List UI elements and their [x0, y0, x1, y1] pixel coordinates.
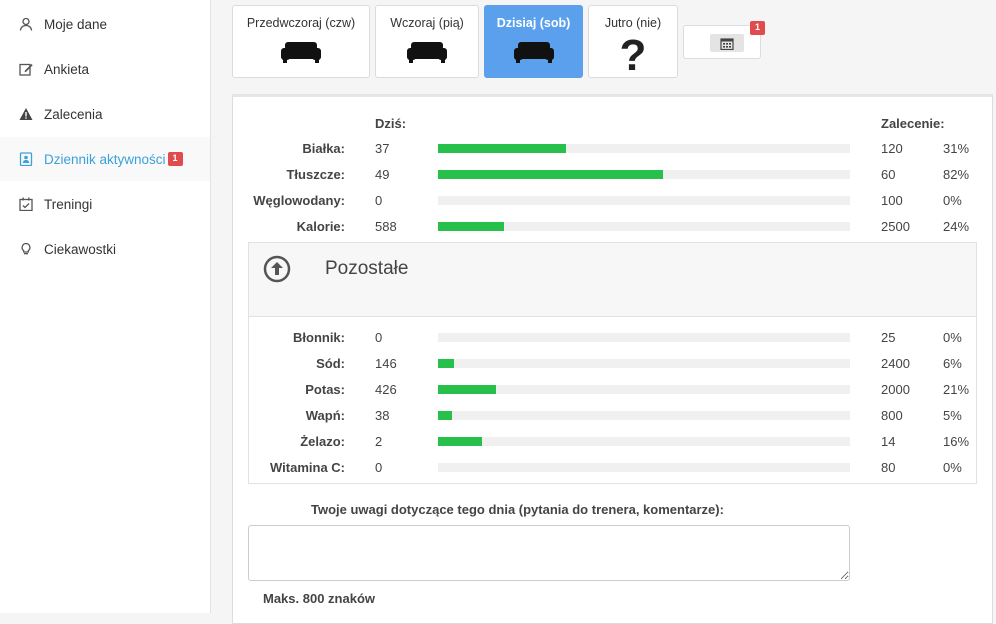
arrow-up-circle-icon[interactable] — [263, 255, 291, 283]
row-percent: 0% — [943, 460, 962, 475]
row-percent: 82% — [943, 167, 970, 182]
tab-wczoraj[interactable]: Wczoraj (pią) — [375, 5, 479, 78]
lightbulb-icon — [19, 242, 33, 256]
progress-bar-fill — [438, 411, 453, 420]
sidebar-item-label: Ankieta — [44, 61, 90, 77]
progress-bar — [438, 196, 850, 205]
progress-bar — [438, 437, 850, 446]
sidebar-item-label: Ciekawostki — [44, 241, 117, 257]
tab-dzisiaj[interactable]: Dzisiaj (sob) — [484, 5, 583, 78]
sidebar-item-zalecenia[interactable]: Zalecenia — [0, 92, 210, 136]
sidebar-item-ankieta[interactable]: Ankieta — [0, 47, 210, 91]
row-label: Witamina C: — [270, 460, 345, 475]
progress-bar-fill — [438, 359, 455, 368]
tab-label: Wczoraj (pią) — [390, 16, 464, 30]
row-label: Białka: — [302, 141, 345, 156]
row-percent: 6% — [943, 356, 962, 371]
calendar-icon — [720, 37, 734, 50]
notes-textarea[interactable] — [248, 525, 850, 581]
row-percent: 21% — [943, 382, 970, 397]
notes-label: Twoje uwagi dotyczące tego dnia (pytania… — [311, 502, 724, 517]
row-recommendation: 800 — [881, 408, 903, 423]
row-value: 588 — [375, 219, 397, 234]
row-percent: 16% — [943, 434, 970, 449]
tab-label: Jutro (nie) — [604, 16, 662, 30]
sidebar-item-label: Moje dane — [44, 16, 108, 32]
progress-bar-fill — [438, 385, 496, 394]
remaining-header[interactable] — [249, 243, 976, 317]
row-label: Żelazo: — [300, 434, 345, 449]
calendar-badge: 1 — [750, 21, 766, 35]
row-value: 2 — [375, 434, 383, 449]
tab-jutro[interactable]: Jutro (nie) ? — [588, 5, 678, 78]
max-chars-note: Maks. 800 znaków — [263, 591, 375, 606]
sofa-icon — [406, 40, 448, 67]
sidebar: Moje dane Ankieta Zalecenia Dziennik akt… — [0, 0, 211, 613]
tab-label: Przedwczoraj (czw) — [246, 16, 356, 30]
row-recommendation: 60 — [881, 167, 896, 182]
tab-label: Dzisiaj (sob) — [496, 16, 571, 30]
row-percent: 0% — [943, 330, 962, 345]
row-recommendation: 14 — [881, 434, 896, 449]
user-icon — [19, 17, 33, 31]
progress-bar-fill — [438, 170, 663, 179]
row-label: Błonnik: — [293, 330, 345, 345]
row-label: Węglowodany: — [253, 193, 345, 208]
row-label: Tłuszcze: — [286, 167, 345, 182]
header-recommendation: Zalecenie: — [881, 116, 945, 131]
warning-icon — [19, 107, 33, 121]
progress-bar — [438, 385, 850, 394]
row-label: Potas: — [305, 382, 345, 397]
progress-bar-fill — [438, 144, 566, 153]
row-percent: 31% — [943, 141, 970, 156]
sidebar-item-label: Zalecenia — [44, 106, 103, 122]
calendar-button[interactable] — [710, 34, 744, 52]
row-label: Wapń: — [305, 408, 345, 423]
row-percent: 5% — [943, 408, 962, 423]
progress-bar — [438, 411, 850, 420]
row-label: Kalorie: — [296, 219, 345, 234]
row-percent: 0% — [943, 193, 962, 208]
row-value: 146 — [375, 356, 397, 371]
progress-bar — [438, 222, 850, 231]
row-value: 49 — [375, 167, 390, 182]
tab-przedwczoraj[interactable]: Przedwczoraj (czw) — [232, 5, 370, 78]
row-value: 38 — [375, 408, 390, 423]
remaining-title: Pozostałe — [325, 258, 409, 279]
row-recommendation: 80 — [881, 460, 896, 475]
sidebar-item-moje-dane[interactable]: Moje dane — [0, 2, 210, 46]
row-value: 0 — [375, 330, 383, 345]
progress-bar-fill — [438, 222, 504, 231]
header-today: Dziś: — [375, 116, 407, 131]
sofa-icon — [280, 40, 322, 67]
sofa-icon — [513, 40, 555, 67]
row-value: 426 — [375, 382, 397, 397]
row-percent: 24% — [943, 219, 970, 234]
row-recommendation: 2500 — [881, 219, 910, 234]
row-label: Sód: — [316, 356, 345, 371]
row-value: 0 — [375, 193, 383, 208]
progress-bar — [438, 463, 850, 472]
progress-bar — [438, 144, 850, 153]
progress-bar — [438, 170, 850, 179]
row-value: 0 — [375, 460, 383, 475]
row-recommendation: 2400 — [881, 356, 910, 371]
row-value: 37 — [375, 141, 390, 156]
edit-icon — [19, 62, 33, 76]
row-recommendation: 120 — [881, 141, 903, 156]
row-recommendation: 2000 — [881, 382, 910, 397]
progress-bar — [438, 333, 850, 342]
progress-bar-fill — [438, 437, 483, 446]
row-recommendation: 100 — [881, 193, 903, 208]
progress-bar — [438, 359, 850, 368]
row-recommendation: 25 — [881, 330, 896, 345]
question-icon: ? — [619, 31, 647, 80]
